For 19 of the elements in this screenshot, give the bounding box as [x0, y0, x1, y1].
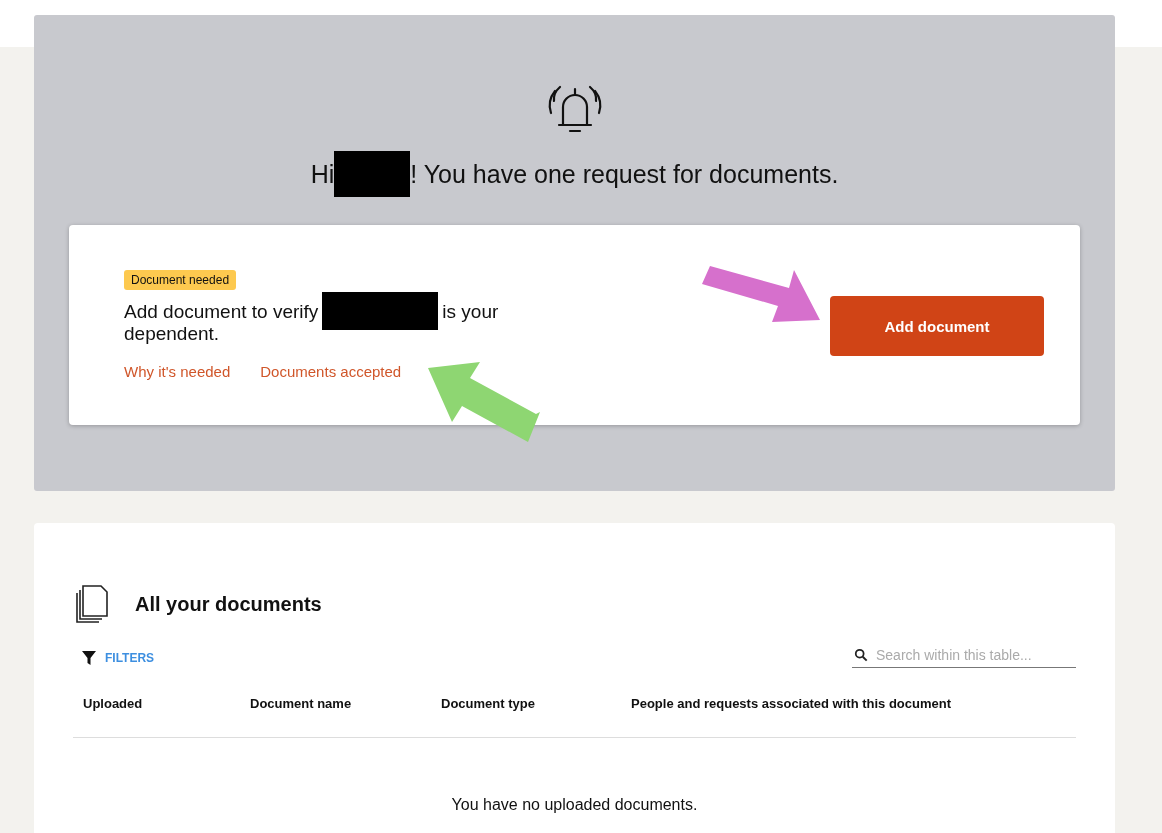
- info-link[interactable]: Why it's needed: [124, 363, 231, 380]
- message-text: dependent.: [124, 324, 220, 343]
- add-document-button[interactable]: Add document: [830, 296, 1044, 356]
- filters-button[interactable]: FILTERS: [73, 649, 155, 666]
- greeting-text: Hi: [310, 159, 335, 189]
- documents-icon: [75, 585, 109, 623]
- column-header: Document type: [441, 696, 536, 711]
- info-link[interactable]: Documents accepted: [260, 363, 402, 380]
- message-text: is your: [442, 301, 499, 321]
- status-badge: Document needed: [124, 270, 237, 290]
- message-text: Add document to verify: [124, 301, 319, 321]
- search-icon: [854, 648, 868, 662]
- column-header: People and requests associated with this document: [631, 696, 952, 711]
- column-header: Uploaded: [83, 696, 144, 711]
- section-title: All your documents: [135, 592, 322, 616]
- column-header: Document name: [250, 696, 353, 711]
- greeting-text: ! You have one request for documents.: [410, 159, 839, 189]
- empty-message: You have no uploaded documents.: [450, 796, 699, 814]
- filter-icon: [81, 649, 97, 666]
